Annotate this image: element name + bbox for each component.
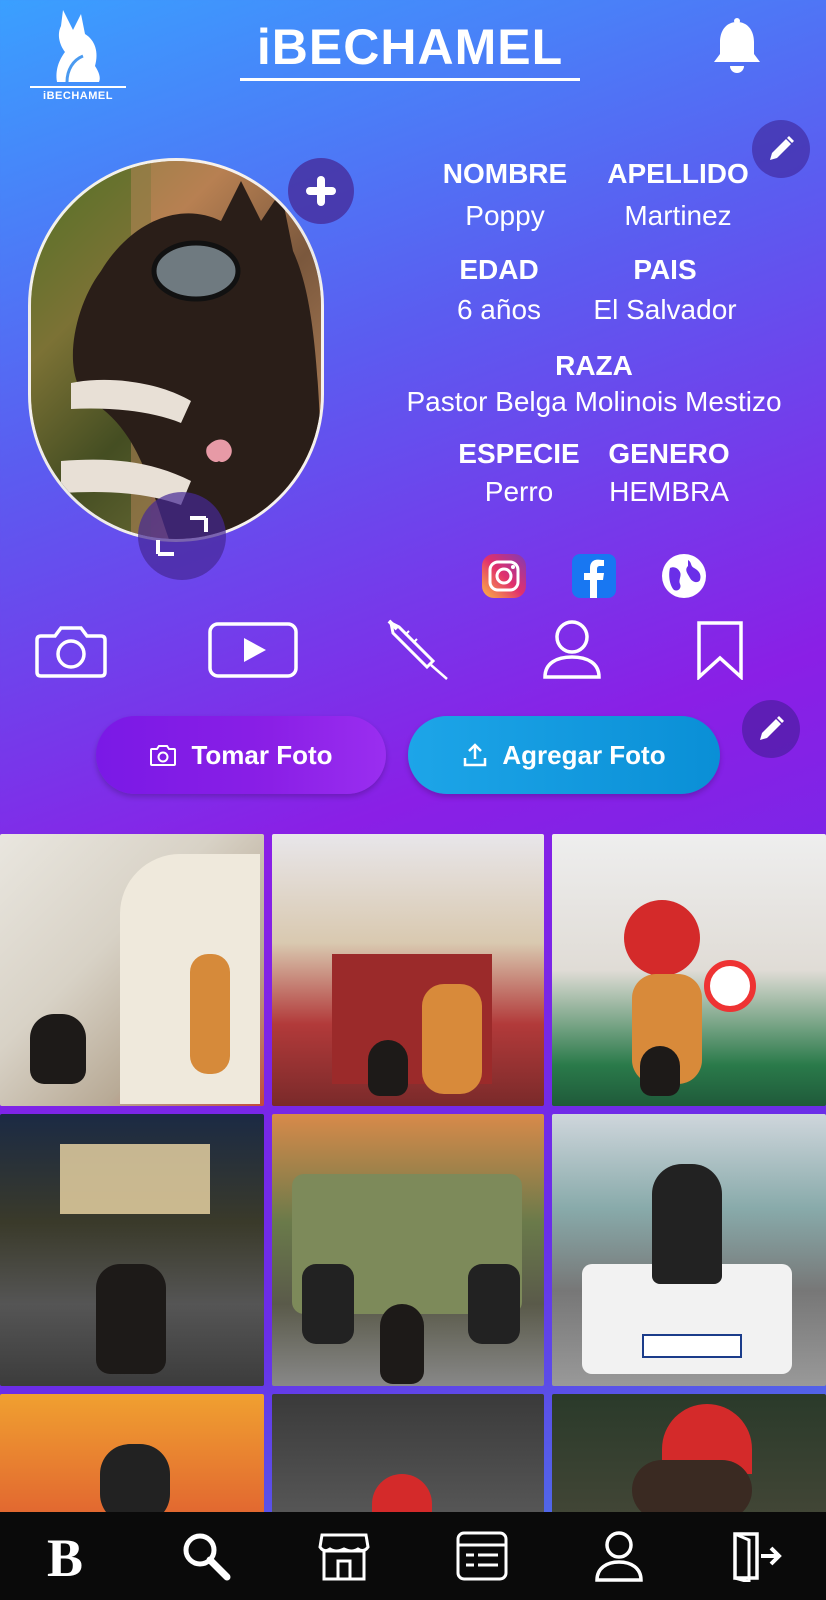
expand-arrows-icon (156, 516, 208, 556)
gender-value: HEMBRA (609, 476, 729, 507)
person-icon (543, 620, 601, 679)
list-card-icon (456, 1531, 508, 1581)
tab-saved[interactable] (694, 618, 746, 682)
svg-text:B: B (47, 1528, 83, 1584)
notifications-bell-icon[interactable] (712, 18, 762, 74)
lastname-label: APELLIDO (607, 158, 749, 189)
species-value: Perro (484, 476, 554, 507)
store-icon (318, 1533, 370, 1581)
gallery-photo[interactable] (552, 1114, 826, 1386)
gallery-photo[interactable] (0, 834, 264, 1106)
app-logo[interactable]: iBECHAMEL (30, 6, 126, 102)
plus-icon (306, 176, 336, 206)
camera-small-icon (150, 745, 177, 766)
name-label: NOMBRE (442, 158, 568, 189)
lastname-value: Martinez (624, 200, 732, 231)
add-photo-button[interactable]: Agregar Foto (408, 716, 720, 794)
age-value: 6 años (456, 294, 542, 325)
breed-value: Pastor Belga Molinois Mestizo (406, 386, 782, 417)
add-profile-photo-button[interactable] (288, 158, 354, 224)
gallery-photo[interactable] (272, 1114, 544, 1386)
home-b-icon: B (47, 1528, 83, 1584)
bottom-navigation: B (0, 1512, 826, 1600)
tab-owner[interactable] (540, 618, 604, 682)
nav-store[interactable] (314, 1526, 374, 1586)
dog-logo-icon (56, 10, 100, 83)
gallery-photo[interactable] (0, 1114, 264, 1386)
pencil-icon (760, 716, 784, 740)
edit-profile-button[interactable] (752, 120, 810, 178)
instagram-icon[interactable] (480, 552, 528, 600)
tab-vaccines[interactable] (386, 619, 452, 680)
tab-videos[interactable] (208, 620, 298, 680)
nav-home[interactable]: B (39, 1526, 99, 1586)
name-value: Poppy (465, 200, 545, 231)
photo-gallery (0, 834, 826, 1600)
dog-photo-illustration (31, 161, 321, 539)
take-photo-label: Tomar Foto (191, 739, 333, 770)
logout-icon (733, 1532, 782, 1582)
camera-icon (35, 626, 107, 678)
country-value: El Salvador (593, 294, 737, 325)
profile-photo[interactable] (28, 158, 324, 542)
nav-logout[interactable] (727, 1526, 787, 1586)
app-title: iBECHAMEL (240, 18, 580, 81)
pencil-icon (770, 136, 794, 160)
upload-icon (464, 743, 487, 767)
search-icon (183, 1533, 231, 1581)
species-label: ESPECIE (458, 438, 580, 469)
country-label: PAIS (633, 254, 697, 285)
globe-icon[interactable] (660, 552, 708, 600)
age-label: EDAD (459, 254, 539, 285)
expand-photo-button[interactable] (138, 492, 226, 580)
breed-label: RAZA (555, 350, 633, 381)
nav-profile[interactable] (589, 1526, 649, 1586)
take-photo-button[interactable]: Tomar Foto (96, 716, 386, 794)
gallery-photo[interactable] (272, 834, 544, 1106)
edit-gallery-button[interactable] (742, 700, 800, 758)
facebook-icon[interactable] (570, 552, 618, 600)
gender-label: GENERO (608, 438, 730, 469)
add-photo-label: Agregar Foto (502, 739, 666, 770)
logo-text: iBECHAMEL (30, 86, 126, 102)
profile-icon (595, 1531, 644, 1582)
tab-photos[interactable] (34, 620, 108, 680)
video-play-icon (208, 622, 298, 678)
bookmark-icon (697, 621, 743, 680)
nav-feed[interactable] (452, 1526, 512, 1586)
gallery-photo[interactable] (552, 834, 826, 1106)
syringe-icon (387, 619, 448, 680)
nav-search[interactable] (176, 1526, 236, 1586)
